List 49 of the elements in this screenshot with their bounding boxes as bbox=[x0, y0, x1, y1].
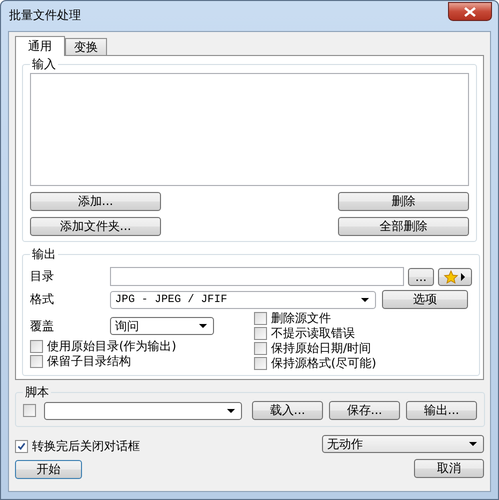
options-button[interactable]: 选项 bbox=[382, 290, 468, 309]
field-label: 目录 bbox=[30, 268, 55, 285]
checkbox[interactable] bbox=[254, 312, 267, 325]
format-dropdown[interactable]: JPG - JPEG / JFIF bbox=[110, 290, 376, 308]
group-label: 脚本 bbox=[24, 384, 50, 401]
checkbox-label: 保持源格式(尽可能) bbox=[271, 355, 376, 372]
directory-field[interactable] bbox=[110, 267, 404, 286]
script-button[interactable]: 保存... bbox=[329, 401, 400, 420]
action-dropdown[interactable]: 无动作 bbox=[322, 435, 484, 453]
checkbox[interactable] bbox=[254, 357, 267, 370]
add-button[interactable]: 添加... bbox=[30, 192, 161, 211]
caret-icon bbox=[469, 442, 477, 446]
add-button[interactable]: 添加文件夹... bbox=[30, 217, 161, 236]
checkbox[interactable] bbox=[15, 440, 28, 453]
checkbox-label: 保留子目录结构 bbox=[47, 353, 131, 370]
checkbox[interactable] bbox=[23, 404, 36, 417]
checkbox[interactable] bbox=[30, 355, 43, 368]
script-dropdown[interactable] bbox=[44, 402, 242, 420]
tab[interactable]: 通用 bbox=[15, 36, 65, 56]
close-button[interactable] bbox=[448, 2, 492, 21]
window-title: 批量文件处理 bbox=[9, 7, 81, 24]
checkbox-label: 删除源文件 bbox=[271, 310, 331, 327]
browse-button[interactable]: ... bbox=[408, 268, 434, 286]
caret-icon bbox=[199, 324, 207, 328]
overwrite-dropdown[interactable]: 询问 bbox=[110, 317, 214, 335]
checkbox[interactable] bbox=[254, 342, 267, 355]
caret-icon bbox=[361, 298, 369, 302]
script-button[interactable]: 输出... bbox=[406, 401, 477, 420]
checkbox[interactable] bbox=[30, 340, 43, 353]
checkbox[interactable] bbox=[254, 327, 267, 340]
cancel-button[interactable]: 取消 bbox=[414, 459, 484, 478]
checkbox-label: 保持原始日期/时间 bbox=[271, 340, 372, 357]
favorites-button[interactable] bbox=[438, 268, 472, 286]
start-button[interactable]: 开始 bbox=[15, 460, 82, 479]
checkbox-label: 不提示读取错误 bbox=[271, 325, 355, 342]
field-label: 格式 bbox=[30, 291, 55, 308]
script-button[interactable]: 载入... bbox=[252, 401, 323, 420]
tab[interactable]: 变换 bbox=[65, 38, 107, 55]
checkbox-label: 转换完后关闭对话框 bbox=[32, 438, 140, 455]
delete-button[interactable]: 全部删除 bbox=[338, 217, 469, 236]
field-label: 覆盖 bbox=[30, 318, 55, 334]
star-icon bbox=[443, 270, 467, 284]
caret-icon bbox=[227, 408, 235, 412]
checkbox-label: 使用原始目录(作为输出) bbox=[47, 338, 176, 355]
close-icon bbox=[464, 6, 476, 16]
delete-button[interactable]: 删除 bbox=[338, 192, 469, 211]
group-label: 输出 bbox=[31, 246, 57, 263]
group-label: 输入 bbox=[31, 56, 57, 73]
file-list[interactable] bbox=[30, 73, 469, 186]
